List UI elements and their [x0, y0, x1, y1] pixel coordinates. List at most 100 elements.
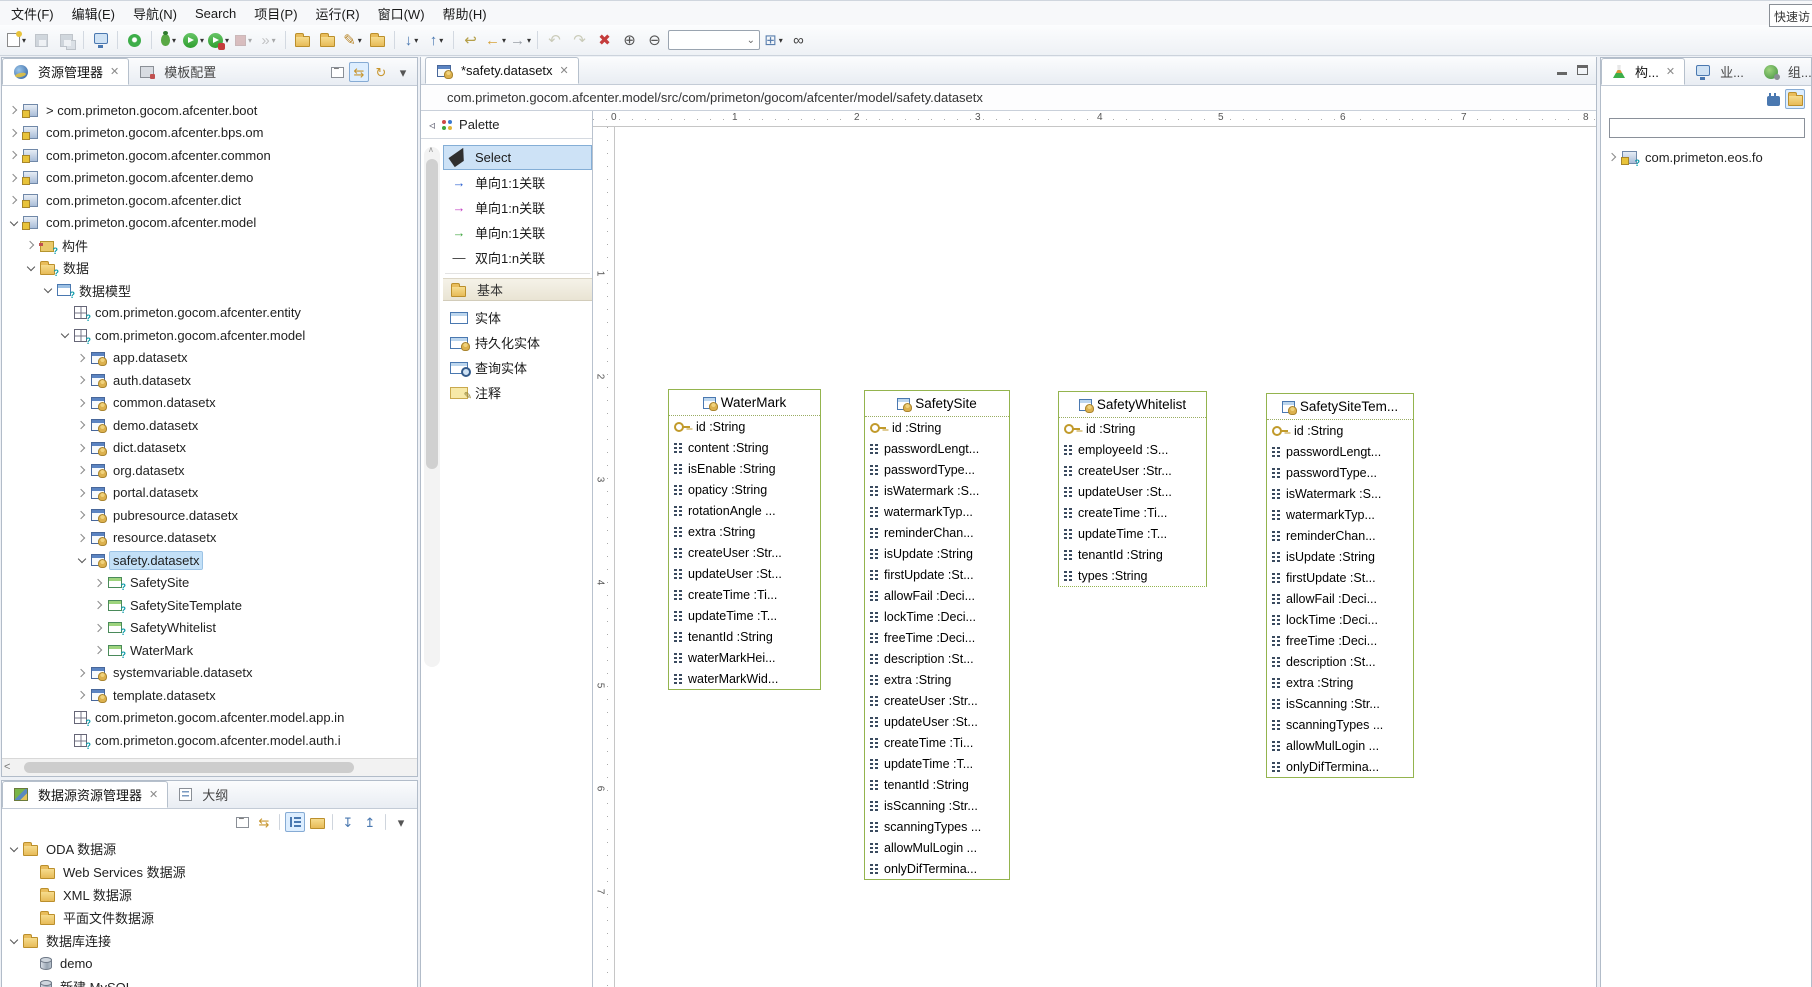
tab-organization[interactable]: 组...✕ — [1753, 58, 1812, 85]
layout-button[interactable]: ⊞ — [762, 28, 785, 52]
entity-field[interactable]: extra :String — [669, 521, 820, 542]
tree-item[interactable]: com.primeton.gocom.afcenter.model.auth.i — [2, 729, 417, 752]
view-menu-icon[interactable]: ▾ — [391, 812, 411, 832]
entity-field[interactable]: lockTime :Deci... — [1267, 609, 1413, 630]
tree-item[interactable]: com.primeton.gocom.afcenter.model.app.in — [2, 707, 417, 730]
entity-field[interactable]: passwordType... — [1267, 462, 1413, 483]
open-resource-button[interactable] — [291, 28, 314, 52]
tree-item[interactable]: com.primeton.gocom.afcenter.entity — [2, 302, 417, 325]
tab-template-config[interactable]: 模板配置✕ — [129, 58, 225, 85]
next-annotation-button[interactable]: ↓ — [400, 28, 423, 52]
toolbar-button[interactable] — [453, 31, 454, 49]
entity-field[interactable]: passwordType... — [865, 459, 1009, 480]
expander-icon[interactable] — [6, 933, 21, 948]
toolbar-button[interactable] — [285, 31, 286, 49]
entity-field[interactable]: allowMulLogin ... — [865, 837, 1009, 858]
expander-icon[interactable] — [74, 440, 89, 455]
save-button[interactable] — [30, 28, 53, 52]
entity-field[interactable]: watermarkTyp... — [865, 501, 1009, 522]
expander-icon[interactable] — [23, 979, 38, 987]
entity-field[interactable]: scanningTypes ... — [865, 816, 1009, 837]
tree-item[interactable]: 数据 — [2, 257, 417, 280]
menu-edit[interactable]: 编辑(E) — [63, 1, 124, 26]
collapse-all-icon[interactable] — [327, 62, 347, 82]
palette-collapse-icon[interactable]: ◃ — [429, 118, 435, 132]
entity-field[interactable]: employeeId :S... — [1059, 439, 1206, 460]
entity-field[interactable]: isWatermark :S... — [865, 480, 1009, 501]
tree-item[interactable]: resource.datasetx — [2, 527, 417, 550]
entity-field[interactable]: updateUser :St... — [1059, 481, 1206, 502]
refresh-icon[interactable]: ↻ — [371, 62, 391, 82]
entity-field[interactable]: tenantId :String — [1059, 544, 1206, 565]
expander-icon[interactable] — [23, 956, 38, 971]
entity-field[interactable]: onlyDifTermina... — [865, 858, 1009, 879]
SafetySiteTem...[interactable]: SafetySiteTem... id :String — [1266, 393, 1414, 778]
palette-assoc-nto1-tool[interactable]: →单向n:1关联 — [443, 220, 592, 245]
palette-assoc-1ton-tool[interactable]: →单向1:n关联 — [443, 195, 592, 220]
expander-icon[interactable] — [91, 575, 106, 590]
entity-field[interactable]: id :String — [865, 417, 1009, 438]
menu-window[interactable]: 窗口(W) — [369, 1, 434, 26]
tree-item[interactable]: common.datasetx — [2, 392, 417, 415]
entity-field[interactable]: freeTime :Deci... — [1267, 630, 1413, 651]
tree-item[interactable]: WaterMark — [2, 639, 417, 662]
SafetyWhitelist[interactable]: SafetyWhitelist id :String — [1058, 391, 1207, 587]
menu-project[interactable]: 项目(P) — [245, 1, 306, 26]
open-type-button[interactable] — [366, 28, 389, 52]
zoom-level-combo[interactable] — [668, 30, 760, 50]
tree-item[interactable]: XML 数据源 — [2, 883, 417, 906]
palette-scrollbar[interactable] — [424, 147, 440, 667]
menu-file[interactable]: 文件(F) — [2, 1, 63, 26]
redo-button[interactable]: ↷ — [568, 28, 591, 52]
palette-section-basic[interactable]: 基本 — [443, 278, 592, 301]
entity-field[interactable]: isEnable :String — [669, 458, 820, 479]
back-button[interactable]: ← — [484, 28, 507, 52]
menu-run[interactable]: 运行(R) — [307, 1, 369, 26]
component-search-input[interactable] — [1609, 118, 1805, 138]
entity-field[interactable]: reminderChan... — [865, 522, 1009, 543]
save-all-button[interactable] — [55, 28, 78, 52]
entity-field[interactable]: isScanning :Str... — [865, 795, 1009, 816]
expander-icon[interactable] — [6, 125, 21, 140]
expander-icon[interactable] — [74, 395, 89, 410]
tree-item[interactable]: 新建 MySQL — [2, 975, 417, 987]
entity-field[interactable]: firstUpdate :St... — [1267, 567, 1413, 588]
last-edit-location-button[interactable]: ↩ — [459, 28, 482, 52]
entity-field[interactable]: types :String — [1059, 565, 1206, 586]
tree-item[interactable]: SafetySite — [2, 572, 417, 595]
expander-icon[interactable] — [74, 373, 89, 388]
panel-tool[interactable] — [279, 814, 280, 830]
zoom-out-button[interactable]: ⊖ — [643, 28, 666, 52]
entity-field[interactable]: opaticy :String — [669, 479, 820, 500]
entity-field[interactable]: createTime :Ti... — [1059, 502, 1206, 523]
entity-field[interactable]: watermarkTyp... — [1267, 504, 1413, 525]
palette-header[interactable]: ◃ Palette — [421, 111, 592, 139]
entity-field[interactable]: onlyDifTermina... — [1267, 756, 1413, 777]
tree-item[interactable]: safety.datasetx — [2, 549, 417, 572]
expander-icon[interactable] — [91, 620, 106, 635]
skip-button[interactable]: » — [257, 28, 280, 52]
entity-field[interactable]: isWatermark :S... — [1267, 483, 1413, 504]
expander-icon[interactable] — [6, 148, 21, 163]
expander-icon[interactable] — [40, 283, 55, 298]
entity-field[interactable]: isUpdate :String — [1267, 546, 1413, 567]
expander-icon[interactable] — [74, 485, 89, 500]
panel-tool[interactable] — [385, 814, 386, 830]
expander-icon[interactable] — [57, 328, 72, 343]
tree-item[interactable]: com.primeton.gocom.afcenter.dict — [2, 189, 417, 212]
search-button[interactable]: ∞ — [787, 28, 810, 52]
tree-item[interactable]: demo — [2, 952, 417, 975]
expander-icon[interactable] — [6, 193, 21, 208]
entity-field[interactable]: passwordLengt... — [865, 438, 1009, 459]
view-menu-icon[interactable]: ▾ — [393, 62, 413, 82]
boot-dashboard-button[interactable] — [123, 28, 146, 52]
tree-item[interactable]: 数据库连接 — [2, 929, 417, 952]
entity-field[interactable]: tenantId :String — [669, 626, 820, 647]
expander-icon[interactable] — [6, 215, 21, 230]
palette-note-tool[interactable]: 注释 — [443, 380, 592, 405]
entity-field[interactable]: createTime :Ti... — [669, 584, 820, 605]
toolbar-button[interactable] — [537, 31, 538, 49]
diagram-canvas[interactable]: WaterMark id :String — [615, 127, 1596, 987]
expander-icon[interactable] — [74, 508, 89, 523]
expander-icon[interactable] — [6, 103, 21, 118]
